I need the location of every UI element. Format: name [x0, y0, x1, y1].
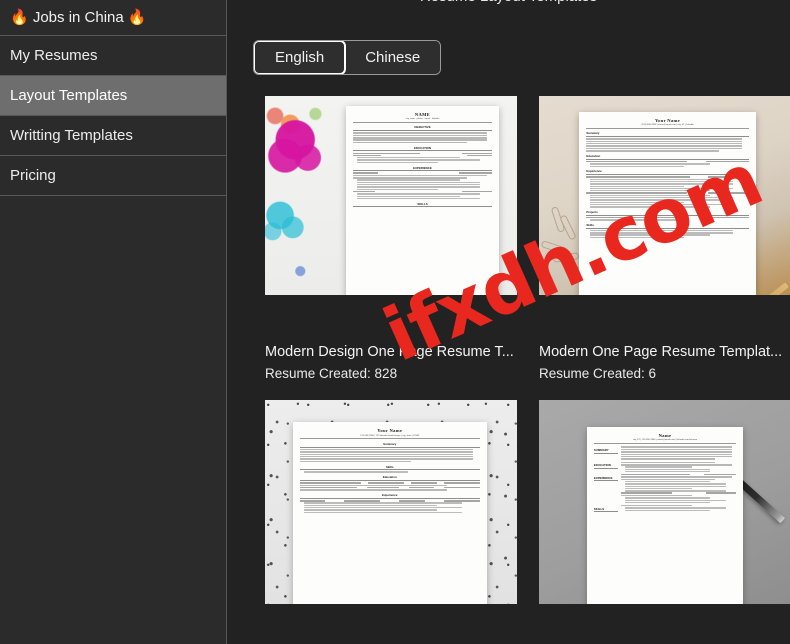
language-toggle-group: English Chinese — [253, 40, 442, 75]
resume-preview: Name city, ST | 123-456-7890 | name@emai… — [586, 426, 744, 604]
sidebar: 🔥 Jobs in China 🔥 My Resumes Layout Temp… — [0, 0, 227, 644]
template-thumbnail[interactable]: Your Name 123-456-7890 | 123 linkedin.co… — [265, 400, 517, 604]
sidebar-item-label: Layout Templates — [10, 87, 128, 104]
template-thumbnail[interactable]: NAME city, state · phone · email · linke… — [265, 96, 517, 295]
sidebar-item-label: Writting Templates — [10, 127, 133, 144]
template-card[interactable]: Your Name 123-456-7890 | 123 linkedin.co… — [265, 400, 517, 644]
resume-preview: NAME city, state · phone · email · linke… — [345, 105, 500, 295]
template-grid: NAME city, state · phone · email · linke… — [265, 96, 790, 644]
template-thumbnail[interactable]: Your Name (123) 456-7890 | name@email.co… — [539, 96, 790, 295]
main-content: Resume Layout Templates English Chinese … — [227, 0, 790, 644]
sidebar-item-label: My Resumes — [10, 47, 98, 64]
template-card[interactable]: NAME city, state · phone · email · linke… — [265, 96, 517, 382]
app-root: 🔥 Jobs in China 🔥 My Resumes Layout Temp… — [0, 0, 790, 644]
sidebar-item-writting-templates[interactable]: Writting Templates — [0, 116, 226, 156]
template-title: Modern Design One Page Resume T... — [265, 344, 514, 360]
clipped-page-title: Resume Layout Templates — [227, 0, 790, 4]
sidebar-item-label: Pricing — [10, 167, 56, 184]
page-title-text: Resume Layout Templates — [227, 0, 790, 4]
sidebar-brand: 🔥 Jobs in China 🔥 — [0, 0, 226, 36]
sidebar-item-layout-templates[interactable]: Layout Templates — [0, 76, 226, 116]
sidebar-item-my-resumes[interactable]: My Resumes — [0, 36, 226, 76]
resume-preview: Your Name 123-456-7890 | 123 linkedin.co… — [292, 422, 487, 604]
tab-chinese[interactable]: Chinese — [345, 41, 441, 74]
template-title: Modern One Page Resume Templat... — [539, 344, 783, 360]
resume-preview: Your Name (123) 456-7890 | name@email.co… — [579, 111, 756, 295]
template-created-count: Resume Created: 828 — [265, 366, 398, 381]
tab-english[interactable]: English — [254, 41, 347, 74]
template-created-count: Resume Created: 6 — [539, 366, 657, 381]
sidebar-item-pricing[interactable]: Pricing — [0, 156, 226, 196]
sidebar-filler — [0, 196, 226, 644]
template-card[interactable]: Your Name (123) 456-7890 | name@email.co… — [539, 96, 790, 382]
template-thumbnail[interactable]: Name city, ST | 123-456-7890 | name@emai… — [539, 400, 790, 604]
template-card[interactable]: Name city, ST | 123-456-7890 | name@emai… — [539, 400, 790, 644]
